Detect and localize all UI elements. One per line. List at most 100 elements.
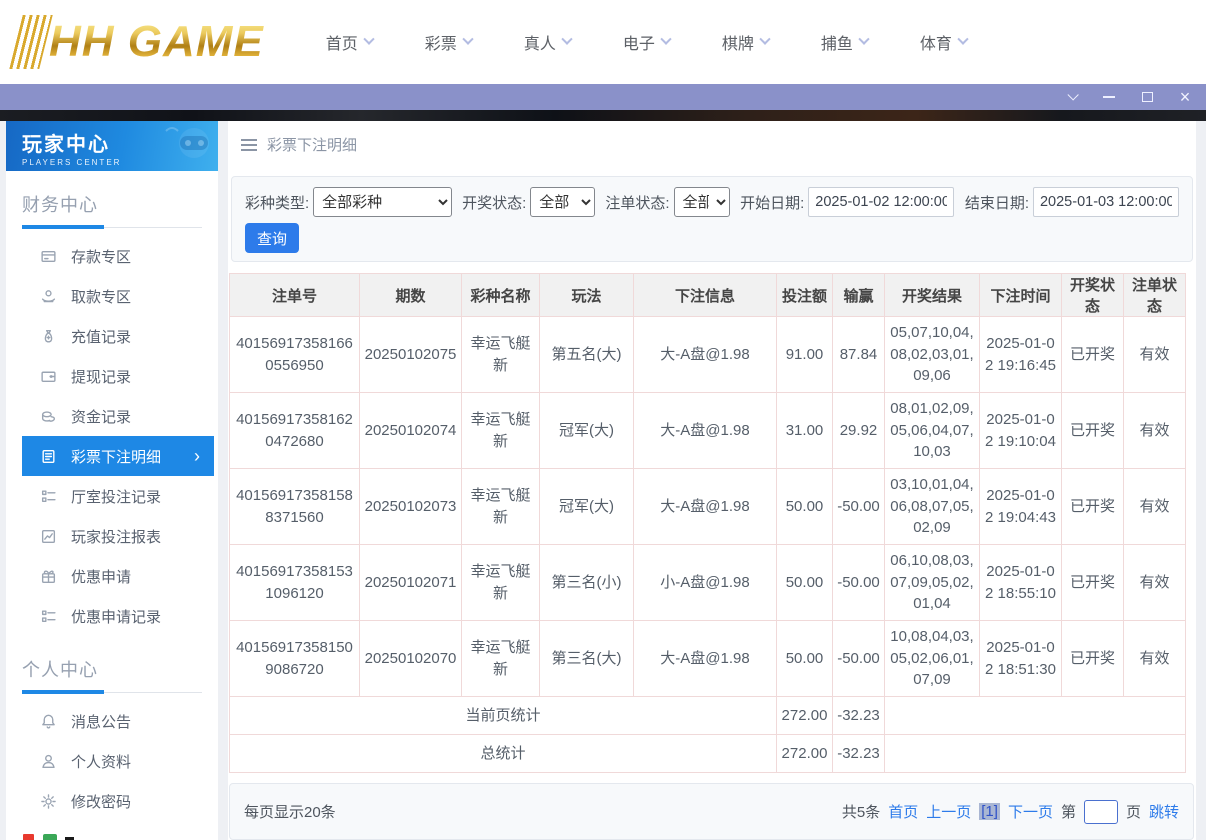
jump-button[interactable]: 跳转 [1149, 801, 1179, 822]
withdraw-hand-icon [40, 288, 57, 305]
nav-item-label: 捕鱼 [820, 36, 853, 53]
cutoff-app-icon-green[interactable] [43, 834, 57, 840]
sidebar-item[interactable]: 修改密码 [22, 781, 214, 821]
table-cell: 10,08,04,03,05,02,06,01,07,09 [884, 620, 980, 697]
sidebar-item[interactable]: 消息公告 [22, 701, 214, 741]
sidebar-item[interactable]: 优惠申请记录 [22, 596, 214, 636]
prev-page-link[interactable]: 上一页 [926, 801, 971, 822]
minimize-icon [1103, 96, 1115, 98]
current-page-indicator: [1] [979, 803, 1000, 820]
table-cell: 20250102073 [359, 468, 462, 545]
nav-item[interactable]: 首页 [325, 30, 375, 54]
minimize-button[interactable] [1102, 90, 1116, 104]
sidebar-item[interactable]: 优惠申请 [22, 556, 214, 596]
summary-row: 总统计 272.00 -32.23 [229, 734, 1186, 773]
next-page-link[interactable]: 下一页 [1008, 801, 1053, 822]
nav-item[interactable]: 棋牌 [721, 30, 771, 54]
close-button[interactable]: × [1178, 88, 1192, 106]
chevron-down-icon [660, 33, 672, 45]
sidebar-item[interactable]: 取款专区 [22, 276, 214, 316]
page-jump-input[interactable] [1083, 799, 1118, 824]
table-cell: 冠军(大) [539, 392, 634, 469]
table-cell: 第三名(小) [539, 544, 634, 621]
table-cell: 2025-01-02 19:10:04 [979, 392, 1062, 469]
pagination-controls: 共5条 首页 上一页 [1] 下一页 第 页 跳转 [841, 799, 1179, 824]
end-date-input[interactable] [1032, 187, 1179, 217]
window-titlebar: × [0, 84, 1206, 110]
bet-status-select[interactable]: 全部 [673, 187, 730, 217]
sidebar-item-group: 消息公告 个人资料 修改密码 [6, 701, 218, 821]
logo-stripes-decoration [9, 15, 53, 69]
column-header: 开奖状态 [1061, 273, 1124, 317]
pagination-bar: 每页显示20条 共5条 首页 上一页 [1] 下一页 第 页 跳转 [229, 783, 1194, 840]
sidebar-item[interactable]: 存款专区 [22, 236, 214, 276]
chevron-down-icon [957, 33, 969, 45]
start-date-input[interactable] [808, 187, 955, 217]
table-cell: 06,10,08,03,07,09,05,02,01,04 [884, 544, 980, 621]
draw-status-select[interactable]: 全部 [530, 187, 595, 217]
nav-item[interactable]: 真人 [524, 30, 573, 54]
collapse-chevron-icon[interactable] [1064, 89, 1079, 104]
sidebar-item[interactable]: 玩家投注报表 [22, 516, 214, 556]
table-cell: 20250102075 [359, 316, 462, 393]
bet-detail-icon [40, 448, 57, 465]
table-cell: -50.00 [832, 620, 885, 697]
summary-winloss-total: -32.23 [832, 734, 885, 773]
column-header: 投注额 [776, 273, 833, 317]
table-cell: 2025-01-02 18:55:10 [979, 544, 1062, 621]
nav-item[interactable]: 电子 [622, 30, 672, 54]
jump-prefix-label: 第 [1060, 804, 1076, 821]
cutoff-app-icon-red[interactable] [22, 833, 35, 840]
nav-item[interactable]: 体育 [920, 30, 969, 54]
logo[interactable]: HH GAME [9, 15, 264, 69]
hall-bet-record-icon [40, 488, 57, 505]
page-size-label: 每页显示20条 [244, 804, 336, 821]
nav-item-label: 电子 [622, 36, 655, 53]
first-page-link[interactable]: 首页 [888, 801, 918, 822]
table-cell: 第五名(大) [539, 316, 634, 393]
lottery-type-select[interactable]: 全部彩种 [313, 187, 452, 217]
nav-item[interactable]: 捕鱼 [820, 30, 870, 54]
maximize-button[interactable] [1140, 90, 1154, 104]
draw-status-label: 开奖状态: [462, 194, 527, 212]
table-cell: 已开奖 [1061, 316, 1124, 393]
sidebar-section-title: 财务中心 [22, 195, 98, 215]
cutoff-desktop-icons [22, 833, 74, 840]
search-button[interactable]: 查询 [245, 223, 299, 253]
logo-text: HH GAME [49, 17, 264, 66]
sidebar-item[interactable]: 个人资料 [22, 741, 214, 781]
table-cell: 50.00 [776, 620, 833, 697]
sidebar-item[interactable]: 提现记录 [22, 356, 214, 396]
bet-status-label: 注单状态: [605, 194, 670, 212]
bet-detail-table: 注单号 期数 彩种名称 玩法 下注信息 投注额 输赢 开奖结果 下注时间 开奖状态 注单状态 401… [229, 273, 1186, 773]
column-header: 彩种名称 [461, 273, 540, 317]
chevron-down-icon [759, 33, 771, 45]
nav-item-label: 棋牌 [721, 36, 754, 53]
table-cell: 29.92 [832, 392, 885, 469]
sidebar-item[interactable]: 资金记录 [22, 396, 214, 436]
page-title: 彩票下注明细 [267, 137, 358, 154]
total-count-label: 共5条 [841, 804, 881, 821]
table-row: 401569173581588371560 20250102073 幸运飞艇新 冠军(… [229, 468, 1186, 545]
hamburger-menu-icon[interactable] [241, 138, 257, 151]
table-cell: 05,07,10,04,08,02,03,01,09,06 [884, 316, 980, 393]
sidebar-item[interactable]: 充值记录 [22, 316, 214, 356]
table-cell: 已开奖 [1061, 620, 1124, 697]
table-header: 注单号 期数 彩种名称 玩法 下注信息 投注额 输赢 开奖结果 下注时间 开奖状态 注单状态 [229, 273, 1186, 317]
sidebar-item-label: 优惠申请记录 [71, 608, 162, 626]
table-cell: 87.84 [832, 316, 885, 393]
table-cell: 有效 [1123, 468, 1186, 545]
sidebar-item-label: 充值记录 [71, 328, 132, 346]
sidebar-item[interactable]: 厅室投注记录 [22, 476, 214, 516]
table-cell: 2025-01-02 19:16:45 [979, 316, 1062, 393]
summary-empty-cell [884, 696, 1186, 735]
table-cell: 2025-01-02 19:04:43 [979, 468, 1062, 545]
nav-item[interactable]: 彩票 [425, 30, 474, 54]
table-cell: 幸运飞艇新 [461, 620, 540, 697]
nav-item-label: 首页 [325, 36, 358, 53]
chevron-right-icon: › [194, 445, 200, 466]
bell-icon [40, 713, 57, 730]
column-header: 期数 [359, 273, 462, 317]
table-cell: 401569173581588371560 [229, 468, 360, 545]
sidebar-item[interactable]: 彩票下注明细 › [22, 436, 214, 476]
